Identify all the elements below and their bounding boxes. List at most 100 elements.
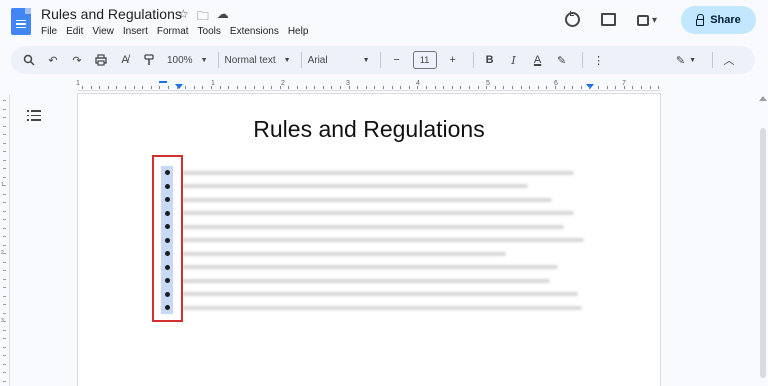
vertical-ruler-tick [3, 363, 6, 365]
ruler-tick [150, 86, 152, 89]
hide-menus-button[interactable]: ︿ [719, 48, 739, 72]
menu-insert[interactable]: Insert [123, 26, 148, 37]
docs-logo-icon[interactable] [11, 8, 31, 35]
more-options-button[interactable]: ⋮ [589, 48, 609, 72]
ruler-tick [658, 86, 660, 89]
list-item-text-blurred[interactable] [182, 278, 550, 283]
ruler-tick [82, 86, 83, 89]
vertical-ruler-tick [3, 312, 6, 314]
ruler-tick [623, 86, 625, 89]
paragraph-style-select[interactable]: Normal text ▼ [225, 48, 291, 72]
ruler-tick [512, 86, 513, 89]
comment-icon [601, 13, 616, 26]
ruler-number: 2 [281, 80, 285, 87]
vertical-scrollbar[interactable] [757, 94, 768, 386]
ruler-tick [159, 86, 161, 89]
editing-mode-button[interactable]: ✎ ▼ [670, 48, 702, 72]
ruler-baseline [78, 90, 660, 91]
document-heading[interactable]: Rules and Regulations [78, 116, 660, 143]
menu-format[interactable]: Format [157, 26, 189, 37]
paint-format-button[interactable] [139, 48, 159, 72]
ruler-tick [185, 86, 187, 89]
vertical-ruler-tick [3, 159, 6, 161]
search-icon [23, 54, 35, 66]
vertical-ruler-tick [3, 219, 6, 220]
undo-button[interactable]: ↶ [43, 48, 63, 72]
highlight-color-button[interactable]: ✎ [552, 48, 572, 72]
menu-help[interactable]: Help [288, 26, 309, 37]
formatting-toolbar: ↶ ↷ A̸ 100% ▼ Normal text ▼ Arial ▼ − 11… [11, 46, 755, 74]
horizontal-ruler[interactable]: 1 1 2 3 4 5 6 7 [76, 80, 660, 94]
print-button[interactable] [91, 48, 111, 72]
bold-button[interactable]: B [480, 48, 500, 72]
ruler-tick [520, 86, 522, 89]
search-menus-button[interactable] [19, 48, 39, 72]
version-history-button[interactable] [565, 9, 587, 31]
ruler-tick [469, 86, 470, 89]
vertical-ruler-tick [3, 253, 6, 254]
text-color-button[interactable]: A [528, 48, 548, 72]
first-line-indent-marker[interactable] [159, 81, 167, 83]
ruler-tick [116, 86, 118, 89]
caret-down-icon: ▼ [689, 56, 697, 64]
list-item-text-blurred[interactable] [182, 292, 578, 296]
style-value: Normal text [224, 54, 276, 66]
spellcheck-icon: A̸ [121, 54, 129, 66]
ruler-tick [297, 86, 298, 89]
vertical-ruler-tick [3, 134, 6, 135]
spellcheck-button[interactable]: A̸ [115, 48, 135, 72]
menu-view[interactable]: View [92, 26, 114, 37]
undo-icon: ↶ [48, 54, 58, 67]
move-folder-icon[interactable]: 🗀 [197, 7, 209, 28]
vertical-ruler-tick [3, 236, 6, 237]
document-title[interactable]: Rules and Regulations [41, 6, 182, 22]
document-outline-icon[interactable] [27, 110, 41, 122]
outline-line [27, 119, 41, 121]
vertical-ruler-tick [3, 151, 6, 152]
ruler-tick [615, 86, 617, 89]
ruler-tick [107, 86, 109, 89]
ruler-tick [365, 86, 367, 89]
paint-format-icon [144, 54, 154, 65]
meet-button[interactable]: ▾ [637, 9, 667, 31]
vertical-ruler-tick [3, 185, 6, 186]
vertical-ruler[interactable]: 1 2 3 [0, 94, 10, 386]
ruler-tick [494, 86, 496, 89]
menu-extensions[interactable]: Extensions [230, 26, 279, 37]
ruler-tick [434, 86, 436, 89]
share-button[interactable]: Share [681, 6, 756, 34]
menu-edit[interactable]: Edit [66, 26, 83, 37]
increase-font-size-button[interactable]: + [443, 48, 463, 72]
outline-line [27, 110, 41, 112]
vertical-ruler-tick [3, 380, 6, 382]
list-item-text-blurred[interactable] [182, 305, 582, 310]
italic-button[interactable]: I [504, 48, 524, 72]
list-item-text-blurred[interactable] [182, 238, 584, 242]
ruler-tick [391, 86, 393, 89]
menu-tools[interactable]: Tools [198, 26, 221, 37]
cloud-saved-icon[interactable]: ☁ [217, 7, 229, 28]
list-item-text-blurred[interactable] [182, 197, 552, 202]
list-item-text-blurred[interactable] [182, 184, 528, 188]
font-size-input[interactable]: 11 [412, 51, 437, 69]
decrease-font-size-button[interactable]: − [387, 48, 407, 72]
toolbar-divider [712, 52, 713, 68]
scroll-thumb[interactable] [760, 128, 766, 378]
redo-button[interactable]: ↷ [67, 48, 87, 72]
ruler-tick [125, 86, 126, 89]
menu-file[interactable]: File [41, 26, 57, 37]
scroll-up-arrow-icon[interactable] [759, 96, 767, 101]
list-item-text-blurred[interactable] [182, 211, 574, 215]
list-item-text-blurred[interactable] [182, 265, 558, 269]
vertical-ruler-tick [3, 176, 6, 178]
font-select[interactable]: Arial ▼ [308, 48, 370, 72]
list-item-text-blurred[interactable] [182, 251, 506, 256]
list-item-text-blurred[interactable] [182, 170, 574, 175]
star-icon[interactable]: ☆ [178, 7, 189, 28]
list-item-text-blurred[interactable] [182, 224, 564, 229]
zoom-select[interactable]: 100% ▼ [167, 48, 208, 72]
ruler-tick [417, 86, 419, 89]
comments-button[interactable] [601, 9, 623, 31]
ruler-tick [606, 86, 608, 89]
vertical-ruler-tick [3, 142, 6, 144]
